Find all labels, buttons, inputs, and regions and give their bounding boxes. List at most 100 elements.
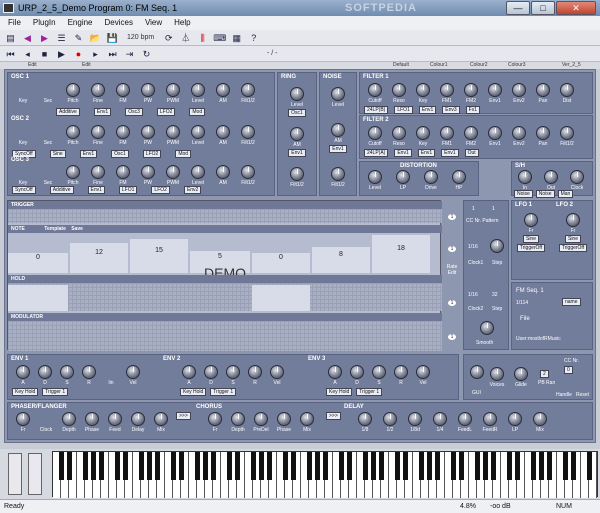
filter1-fm1-select[interactable]: LFO1: [394, 106, 413, 114]
note-step-7[interactable]: 18: [372, 235, 430, 273]
black-key[interactable]: [402, 452, 408, 480]
black-key[interactable]: [82, 452, 88, 480]
note-step-6[interactable]: 8: [312, 247, 370, 273]
black-key[interactable]: [586, 452, 592, 480]
mod-side-1[interactable]: 1: [448, 334, 456, 340]
osc1-fm-src-select[interactable]: Osc3: [125, 108, 143, 116]
sh-clock-select[interactable]: Man: [557, 190, 574, 198]
env1-d-knob[interactable]: [38, 365, 52, 379]
filter1-env-select[interactable]: Env3: [442, 106, 460, 114]
osc2-wave-select[interactable]: Sine: [49, 150, 66, 158]
note-step-1[interactable]: 0: [8, 253, 68, 273]
env3-d-knob[interactable]: [350, 365, 364, 379]
black-key[interactable]: [490, 452, 496, 480]
filter1-fm2-knob[interactable]: [464, 83, 478, 97]
filter1-key-knob[interactable]: [416, 83, 430, 97]
lfo1-trigger-select[interactable]: TriggerOff: [516, 244, 546, 252]
env3-vel-knob[interactable]: [416, 365, 430, 379]
phaser-fr-knob[interactable]: [16, 412, 30, 426]
colour2-label[interactable]: Colour2: [470, 62, 488, 68]
env2-d-knob[interactable]: [204, 365, 218, 379]
black-key[interactable]: [434, 452, 440, 480]
edit-label-1[interactable]: Edit: [28, 62, 37, 68]
lfo2-wave-select[interactable]: Sine: [564, 235, 581, 243]
black-key[interactable]: [250, 452, 256, 480]
osc3-pitch-knob[interactable]: [66, 165, 80, 179]
phaser-mix-knob[interactable]: [154, 412, 168, 426]
lfo1-wave-select[interactable]: Sine: [522, 235, 539, 243]
osc2-level-knob[interactable]: [191, 125, 205, 139]
filter2-filt-knob[interactable]: [560, 126, 574, 140]
env2-r-knob[interactable]: [248, 365, 262, 379]
osc2-fm-src-select[interactable]: Osc1: [111, 150, 129, 158]
phaser-clock-label[interactable]: Clock: [40, 427, 53, 433]
delay-mix-knob[interactable]: [533, 412, 547, 426]
osc1-pw-knob[interactable]: [141, 83, 155, 97]
distortion-hp-knob[interactable]: [452, 170, 466, 184]
metronome-icon[interactable]: ⏃: [179, 32, 192, 44]
osc3-pwm-select[interactable]: LFO2: [151, 186, 170, 194]
delay-1-knob[interactable]: [358, 412, 372, 426]
osc1-filt-knob[interactable]: [241, 83, 255, 97]
pitch-wheel[interactable]: [8, 453, 22, 495]
lfo1-freq-knob[interactable]: [524, 213, 538, 227]
filter1-pan-knob[interactable]: [536, 83, 550, 97]
black-key[interactable]: [546, 452, 552, 480]
sh-out-knob[interactable]: [544, 170, 558, 184]
filter2-fm2-knob[interactable]: [464, 126, 478, 140]
mod-wheel[interactable]: [28, 453, 42, 495]
osc2-pitch-knob[interactable]: [66, 125, 80, 139]
black-key[interactable]: [266, 452, 272, 480]
ring-am-select[interactable]: Env1: [288, 149, 306, 157]
modulator-lane[interactable]: [8, 321, 442, 351]
filter2-fm2-select[interactable]: Env1: [417, 149, 436, 157]
osc2-pwm-knob[interactable]: [166, 125, 180, 139]
name-button[interactable]: name: [562, 298, 581, 306]
osc2-am-knob[interactable]: [216, 125, 230, 139]
filter1-env1-knob[interactable]: [488, 83, 502, 97]
mixer-icon[interactable]: ▦: [230, 32, 243, 44]
env1-trigger-select[interactable]: Trigger 1: [42, 388, 69, 396]
env1-mode-select[interactable]: Key Hold: [12, 388, 39, 396]
black-key[interactable]: [146, 452, 152, 480]
hold-side-1[interactable]: 1: [448, 300, 456, 306]
gui-knob[interactable]: [470, 365, 484, 379]
close-button[interactable]: ✕: [556, 1, 596, 15]
delay-lp-knob[interactable]: [508, 412, 522, 426]
black-key[interactable]: [66, 452, 72, 480]
piano-keyboard[interactable]: [52, 451, 598, 498]
osc2-fm-knob[interactable]: [116, 125, 130, 139]
chorus-phase-knob[interactable]: [277, 412, 291, 426]
phaser-delay-knob[interactable]: [131, 412, 145, 426]
hold-step-1[interactable]: [8, 285, 68, 311]
env2-s-knob[interactable]: [226, 365, 240, 379]
osc1-sec-option[interactable]: Sec: [44, 98, 53, 104]
black-key[interactable]: [90, 452, 96, 480]
menu-plugin[interactable]: PlugIn: [33, 16, 56, 30]
black-key[interactable]: [530, 452, 536, 480]
sh-in-knob[interactable]: [518, 170, 532, 184]
black-key[interactable]: [562, 452, 568, 480]
black-key[interactable]: [394, 452, 400, 480]
patch-icon[interactable]: ▤: [4, 32, 17, 44]
file-menu[interactable]: File: [520, 316, 530, 322]
env1-vel-knob[interactable]: [126, 365, 140, 379]
filter2-type-select[interactable]: 24LP(A): [364, 149, 389, 157]
delay-feedl-knob[interactable]: [458, 412, 472, 426]
osc1-fine-knob[interactable]: [91, 83, 105, 97]
trigger-lane[interactable]: [8, 209, 442, 223]
cc-nr-value[interactable]: 0: [564, 366, 573, 374]
trigger-side-1[interactable]: 1: [448, 214, 456, 220]
back-icon[interactable]: ◂: [21, 48, 34, 60]
osc3-sync-select[interactable]: SyncOff: [12, 186, 36, 194]
env3-r-knob[interactable]: [394, 365, 408, 379]
forward-arrow-icon[interactable]: ▶: [38, 32, 51, 44]
colour3-label[interactable]: Colour3: [508, 62, 526, 68]
filter1-fm1-knob[interactable]: [440, 83, 454, 97]
black-key[interactable]: [202, 452, 208, 480]
black-key[interactable]: [338, 452, 344, 480]
osc2-sec-option[interactable]: Sec: [44, 140, 53, 146]
black-key[interactable]: [322, 452, 328, 480]
filter2-cutoff-knob[interactable]: [368, 126, 382, 140]
black-key[interactable]: [474, 452, 480, 480]
